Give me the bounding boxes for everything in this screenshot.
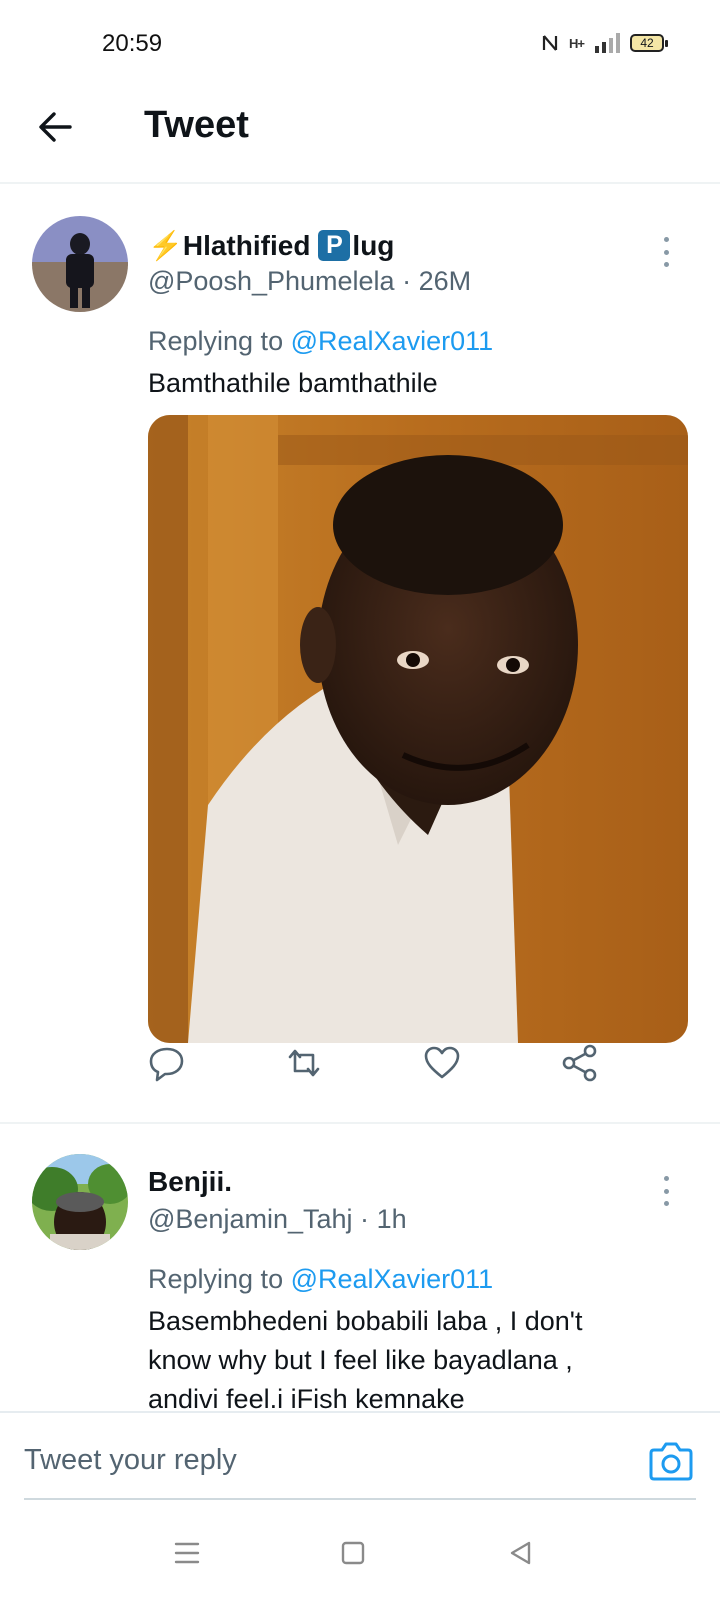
- signal-icon: [595, 33, 620, 53]
- like-icon[interactable]: [422, 1043, 462, 1083]
- tweet-handle-line: @Poosh_Phumelela · 26M: [148, 266, 471, 297]
- tweet-text-line: know why but I feel like bayadlana ,: [148, 1345, 573, 1375]
- status-icons: H+ 42: [541, 32, 668, 54]
- replying-to: Replying to @RealXavier011: [148, 1264, 493, 1295]
- nfc-icon: [542, 35, 558, 51]
- composer-area: [0, 1411, 720, 1600]
- replying-to: Replying to @RealXavier011: [148, 326, 493, 357]
- menu-icon[interactable]: [172, 1538, 202, 1568]
- tweet-time: 26M: [418, 266, 472, 296]
- tweet-author-name[interactable]: Benjii.: [148, 1166, 232, 1198]
- reply-icon[interactable]: [147, 1043, 187, 1083]
- separator: ·: [402, 266, 412, 296]
- retweet-icon[interactable]: [284, 1043, 324, 1083]
- replying-prefix: Replying to: [148, 1264, 284, 1294]
- replying-handle-link[interactable]: @RealXavier011: [291, 326, 494, 356]
- composer-underline: [24, 1498, 696, 1500]
- share-icon[interactable]: [560, 1043, 600, 1083]
- author-handle[interactable]: @Poosh_Phumelela: [148, 266, 395, 296]
- tweet-text-line: andivi feel.i iFish kemnake: [148, 1384, 465, 1411]
- composer-divider: [0, 1411, 720, 1413]
- author-name-suffix: lug: [352, 229, 395, 261]
- back-triangle-icon[interactable]: [506, 1538, 536, 1568]
- p-badge-icon: P: [318, 230, 351, 261]
- more-options-icon[interactable]: [660, 237, 672, 267]
- tweet-time: 1h: [376, 1204, 407, 1234]
- replying-prefix: Replying to: [148, 326, 284, 356]
- tweet-handle-line: @Benjamin_Tahj · 1h: [148, 1204, 407, 1235]
- tweet-text: Bamthathile bamthathile: [148, 368, 438, 398]
- separator: ·: [360, 1204, 370, 1234]
- tweet-text: Basembhedeni bobabili laba , I don't kno…: [148, 1302, 708, 1411]
- replying-handle-link[interactable]: @RealXavier011: [291, 1264, 494, 1294]
- author-handle[interactable]: @Benjamin_Tahj: [148, 1204, 353, 1234]
- avatar[interactable]: [32, 216, 128, 312]
- network-type: H+: [569, 35, 585, 51]
- battery-level: 42: [640, 36, 654, 50]
- arrow-left-icon[interactable]: [36, 107, 76, 147]
- page-title: Tweet: [144, 104, 249, 146]
- author-display-name: ⚡Hlathified: [148, 230, 311, 261]
- tweet-divider: [0, 1122, 720, 1124]
- reply-input[interactable]: [24, 1444, 584, 1477]
- tweet-media-image[interactable]: [148, 415, 688, 1043]
- more-options-icon[interactable]: [660, 1176, 672, 1206]
- tweet-author-name[interactable]: ⚡Hlathified P lug: [148, 229, 394, 262]
- tweet-text-line: Basembhedeni bobabili laba , I don't: [148, 1306, 583, 1336]
- header-divider: [0, 182, 720, 184]
- avatar[interactable]: [32, 1154, 128, 1250]
- battery-icon: 42: [630, 34, 668, 52]
- status-time: 20:59: [102, 30, 163, 57]
- home-square-icon[interactable]: [338, 1538, 368, 1568]
- camera-icon[interactable]: [648, 1440, 694, 1482]
